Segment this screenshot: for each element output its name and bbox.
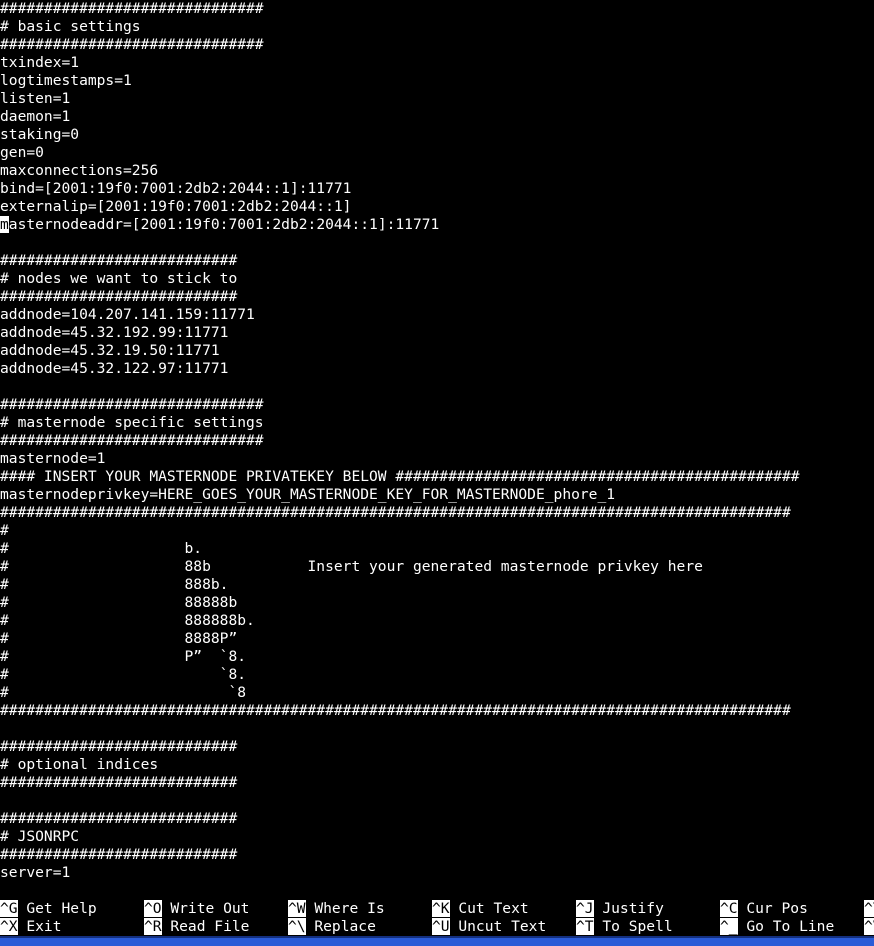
shortcut-keycap: ^U	[432, 918, 450, 935]
shortcut-keycap: ^O	[144, 900, 162, 917]
editor-line: ###########################	[0, 252, 238, 269]
editor-line: txindex=1	[0, 54, 80, 71]
editor-line: gen=0	[0, 144, 44, 161]
editor-line: # 888888b.	[0, 612, 255, 629]
editor-line: addnode=45.32.122.97:11771	[0, 360, 229, 377]
editor-line: # 8888P”	[0, 630, 238, 647]
editor-line: daemon=1	[0, 108, 71, 125]
editor-line: bind=[2001:19f0:7001:2db2:2044::1]:11771	[0, 180, 352, 197]
shortcut-replace[interactable]: ^\ Replace	[288, 918, 432, 936]
shortcut-exit[interactable]: ^X Exit	[0, 918, 144, 936]
editor-line: server=1	[0, 864, 71, 881]
shortcut-keycap: ^G	[0, 900, 18, 917]
editor-line: masternode=1	[0, 450, 106, 467]
editor-line: # basic settings	[0, 18, 141, 35]
shortcut-where-is[interactable]: ^W Where Is	[288, 900, 432, 918]
shortcut-uncut-text[interactable]: ^U Uncut Text	[432, 918, 576, 936]
shortcut-write-out[interactable]: ^O Write Out	[144, 900, 288, 918]
editor-line: ###########################	[0, 738, 238, 755]
editor-line: ##############################	[0, 432, 264, 449]
editor-line: #	[0, 522, 9, 539]
editor-line-text: asternodeaddr=[2001:19f0:7001:2db2:2044:…	[8, 216, 440, 233]
shortcut-label: Write Out	[161, 900, 250, 917]
editor-line: # P” `8.	[0, 648, 247, 665]
shortcut-label: Exit	[17, 918, 62, 935]
editor-line: ###########################	[0, 288, 238, 305]
shortcut-row-top: ^G Get Help ^O Write Out ^W Where Is ^K Cut…	[0, 900, 874, 918]
editor-line: #### INSERT YOUR MASTERNODE PRIVATEKEY B…	[0, 468, 800, 485]
shortcut-label: Where Is	[305, 900, 385, 917]
editor-line: addnode=104.207.141.159:11771	[0, 306, 255, 323]
editor-line: # 888b.	[0, 576, 229, 593]
shortcut-get-help[interactable]: ^G Get Help	[0, 900, 144, 918]
shortcut-cur-pos[interactable]: ^C Cur Pos	[720, 900, 864, 918]
editor-line: ###########################	[0, 810, 238, 827]
shortcut-label: Replace	[305, 918, 376, 935]
editor-line: # 88888b	[0, 594, 238, 611]
editor-line: logtimestamps=1	[0, 72, 132, 89]
shortcut-keycap: ^V	[864, 918, 874, 935]
editor-line: addnode=45.32.192.99:11771	[0, 324, 229, 341]
shortcut-next-page[interactable]: ^V Next Page	[864, 918, 874, 936]
editor-line: # optional indices	[0, 756, 159, 773]
editor-line: ###########################	[0, 846, 238, 863]
shortcut-keycap: ^R	[144, 918, 162, 935]
editor-text-area[interactable]: ############################## # basic se…	[0, 0, 874, 900]
editor-line: ##############################	[0, 0, 264, 17]
editor-line: listen=1	[0, 90, 71, 107]
nano-status-bar: ^G Get Help ^O Write Out ^W Where Is ^K Cut…	[0, 900, 874, 936]
shortcut-keycap: ^T	[576, 918, 594, 935]
editor-line: maxconnections=256	[0, 162, 159, 179]
editor-line: ###########################	[0, 774, 238, 791]
editor-line: # JSONRPC	[0, 828, 80, 845]
shortcut-label: Go To Line	[737, 918, 835, 935]
shortcut-label: Read File	[161, 918, 250, 935]
editor-line: # b.	[0, 540, 203, 557]
editor-line: externalip=[2001:19f0:7001:2db2:2044::1]	[0, 198, 352, 215]
shortcut-label: To Spell	[593, 918, 673, 935]
editor-line: ##############################	[0, 396, 264, 413]
editor-line: masternodeprivkey=HERE_GOES_YOUR_MASTERN…	[0, 486, 616, 503]
shortcut-label: Cur Pos	[737, 900, 808, 917]
shortcut-label: Justify	[593, 900, 664, 917]
terminal-window: ############################## # basic se…	[0, 0, 874, 946]
desktop-taskbar-strip	[0, 936, 874, 946]
shortcut-to-spell[interactable]: ^T To Spell	[576, 918, 720, 936]
editor-line: ########################################…	[0, 702, 791, 719]
shortcut-label: Uncut Text	[449, 918, 547, 935]
shortcut-row-bottom: ^X Exit ^R Read File ^\ Replace ^U Uncut Te…	[0, 918, 874, 936]
shortcut-cut-text[interactable]: ^K Cut Text	[432, 900, 576, 918]
shortcut-keycap: ^\	[288, 918, 306, 935]
shortcut-read-file[interactable]: ^R Read File	[144, 918, 288, 936]
shortcut-label: Get Help	[17, 900, 97, 917]
shortcut-prev-page[interactable]: ^Y Prev Page	[864, 900, 874, 918]
shortcut-keycap: ^_	[720, 918, 738, 935]
editor-line: ########################################…	[0, 504, 791, 521]
editor-line: # masternode specific settings	[0, 414, 264, 431]
shortcut-keycap: ^K	[432, 900, 450, 917]
editor-line: # `8.	[0, 666, 247, 683]
editor-line: # 88b Insert your generated masternode p…	[0, 558, 703, 575]
shortcut-keycap: ^W	[288, 900, 306, 917]
shortcut-keycap: ^C	[720, 900, 738, 917]
editor-line: # nodes we want to stick to	[0, 270, 238, 287]
text-cursor: m	[0, 216, 9, 233]
shortcut-keycap: ^X	[0, 918, 18, 935]
shortcut-keycap: ^J	[576, 900, 594, 917]
editor-line: staking=0	[0, 126, 80, 143]
shortcut-go-to-line[interactable]: ^_ Go To Line	[720, 918, 864, 936]
editor-line: addnode=45.32.19.50:11771	[0, 342, 220, 359]
shortcut-label: Cut Text	[449, 900, 529, 917]
editor-line: masternodeaddr=[2001:19f0:7001:2db2:2044…	[0, 216, 874, 234]
editor-line: # `8	[0, 684, 247, 701]
shortcut-keycap: ^Y	[864, 900, 874, 917]
shortcut-justify[interactable]: ^J Justify	[576, 900, 720, 918]
editor-line: ##############################	[0, 36, 264, 53]
